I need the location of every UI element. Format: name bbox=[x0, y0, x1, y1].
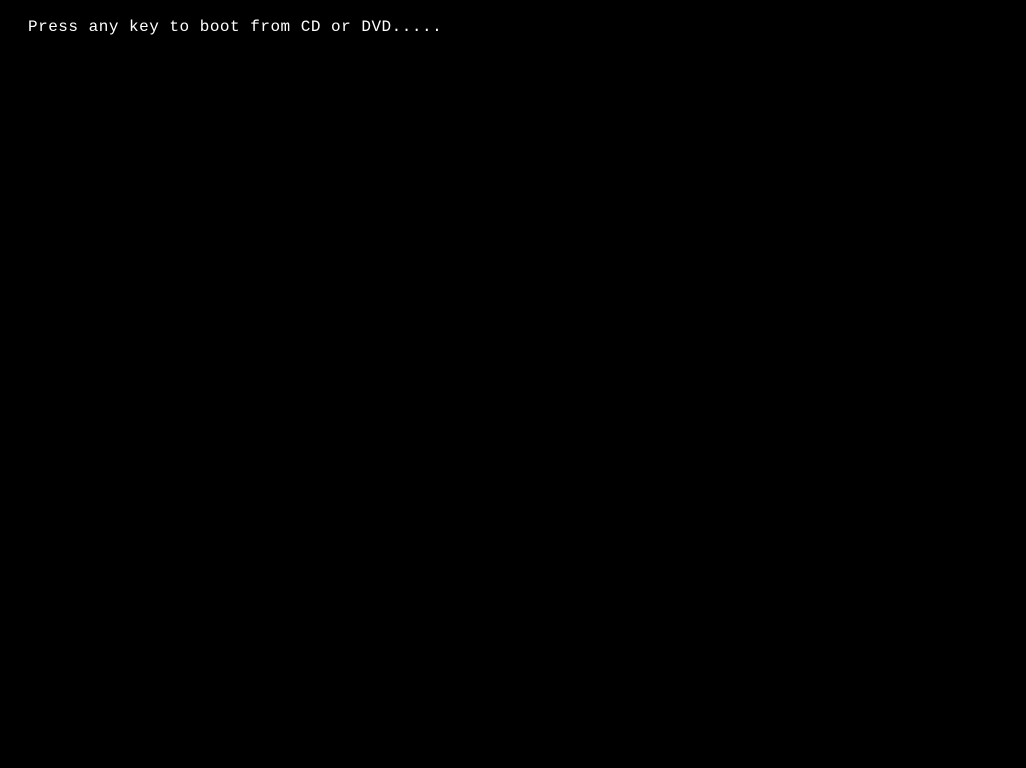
boot-screen: Press any key to boot from CD or DVD....… bbox=[0, 0, 1026, 768]
boot-message-text: Press any key to boot from CD or DVD....… bbox=[28, 18, 442, 36]
